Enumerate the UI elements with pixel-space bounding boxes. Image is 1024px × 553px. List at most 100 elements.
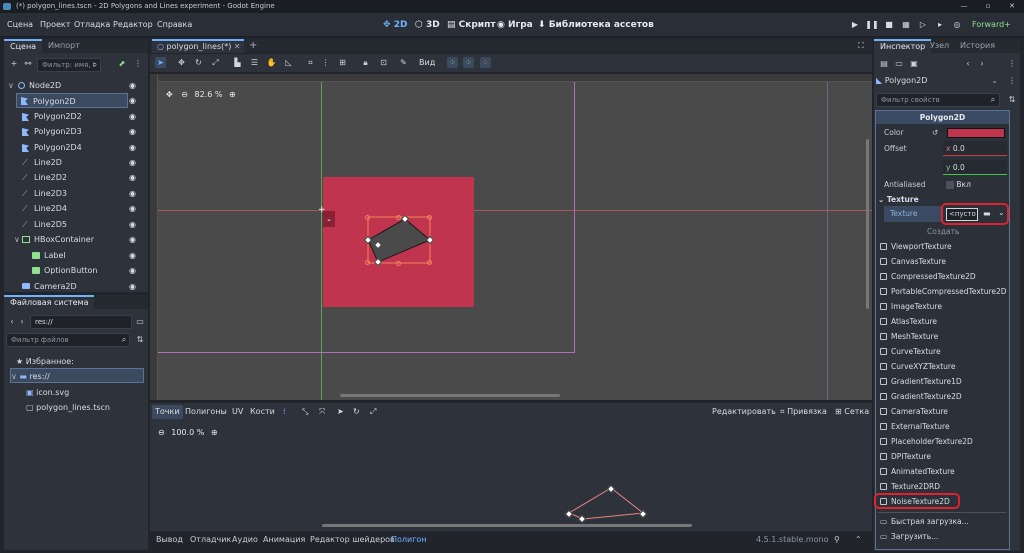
menu-item-quickload[interactable]: ▭ Быстрая загрузка... bbox=[880, 514, 1004, 529]
ruler-tool-icon[interactable]: ▙ bbox=[232, 57, 243, 68]
menu-scene[interactable]: Сцена bbox=[7, 13, 33, 37]
close-button[interactable]: ✕ bbox=[1000, 0, 1024, 13]
zoom-level[interactable]: 82.6 % bbox=[195, 90, 223, 99]
visibility-eye-icon[interactable]: ◉ bbox=[129, 173, 136, 182]
scale-handle[interactable] bbox=[365, 260, 370, 265]
tree-node-polygon2d3[interactable]: Polygon2D3 bbox=[6, 124, 146, 139]
scale-handle[interactable] bbox=[427, 260, 432, 265]
menu-item-externaltexture[interactable]: ExternalTexture bbox=[880, 419, 1004, 434]
menu-item-compressedtexture2d[interactable]: CompressedTexture2D bbox=[880, 269, 1004, 284]
visibility-eye-icon[interactable]: ◉ bbox=[129, 235, 136, 244]
file-row[interactable]: ▣ icon.svg bbox=[26, 385, 69, 400]
offset-y-field[interactable]: y 0.0 bbox=[943, 160, 1007, 175]
pan-tool-icon[interactable]: ✋ bbox=[266, 57, 277, 68]
pan-view-icon[interactable]: ✥ bbox=[166, 90, 173, 99]
uv-h-scrollbar[interactable] bbox=[322, 524, 692, 527]
visibility-eye-icon[interactable]: ◉ bbox=[129, 81, 136, 90]
visibility-eye-icon[interactable]: ◉ bbox=[129, 266, 136, 275]
scale-uv-icon[interactable]: ⤢ bbox=[370, 403, 376, 421]
workspace-game[interactable]: ◉ Игра bbox=[497, 17, 533, 33]
tree-node-line2d3[interactable]: ⟋ Line2D3 bbox=[6, 186, 146, 201]
bottom-tab-shader-editor[interactable]: Редактор шейдеров bbox=[310, 533, 395, 547]
layout-icon[interactable]: ▭ bbox=[134, 316, 146, 328]
snap-toggle[interactable]: ⌗ Привязка bbox=[780, 403, 827, 421]
polygon-create-icon[interactable]: ⁘ bbox=[463, 57, 474, 68]
visibility-eye-icon[interactable]: ◉ bbox=[129, 204, 136, 213]
menu-item-meshtexture[interactable]: MeshTexture bbox=[880, 329, 1004, 344]
tab-node[interactable]: Узел bbox=[924, 39, 955, 53]
antialiased-checkbox[interactable]: Вкл bbox=[946, 177, 971, 192]
v-scrollbar[interactable] bbox=[866, 139, 869, 309]
menu-icon[interactable]: ⋮ bbox=[132, 58, 144, 70]
polygon-edit-button[interactable]: Редактировать bbox=[712, 403, 776, 421]
tab-uv[interactable]: UV bbox=[232, 403, 243, 421]
uv-zoom-level[interactable]: 100.0 % bbox=[171, 428, 204, 437]
sort-icon[interactable]: ⇅ bbox=[134, 334, 146, 346]
list-tool-icon[interactable]: ☰ bbox=[249, 57, 260, 68]
object-menu-icon[interactable]: ⋮ bbox=[1006, 75, 1018, 87]
tree-node-line2d4[interactable]: ⟋ Line2D4 bbox=[6, 201, 146, 216]
history-back-icon[interactable]: ‹ bbox=[962, 58, 974, 70]
offset-x-field[interactable]: x 0.0 bbox=[943, 141, 1007, 156]
workspace-2d[interactable]: ✥ 2D bbox=[383, 17, 407, 33]
bottom-tab-audio[interactable]: Аудио bbox=[232, 533, 258, 547]
bottom-tab-polygon[interactable]: Полигон bbox=[391, 533, 427, 547]
play-icon[interactable]: ▶ bbox=[848, 17, 862, 33]
menu-item-placeholdertexture2d[interactable]: PlaceholderTexture2D bbox=[880, 434, 1004, 449]
menu-item-imagetexture[interactable]: ImageTexture bbox=[880, 299, 1004, 314]
menu-item-atlastexture[interactable]: AtlasTexture bbox=[880, 314, 1004, 329]
measure-tool-icon[interactable]: ◺ bbox=[283, 57, 294, 68]
bottom-tab-output[interactable]: Вывод bbox=[156, 533, 183, 547]
rotate-tool-icon[interactable]: ↻ bbox=[193, 57, 204, 68]
tree-node-line2d[interactable]: ⟋ Line2D bbox=[6, 155, 146, 170]
dropdown-handle[interactable]: ⌄ bbox=[323, 211, 335, 227]
res-folder-row[interactable]: ∨ ▬ res:// bbox=[10, 368, 144, 383]
menu-item-animatedtexture[interactable]: AnimatedTexture bbox=[880, 464, 1004, 479]
grid-toggle[interactable]: ⊞ Сетка bbox=[835, 403, 869, 421]
bottom-tab-debugger[interactable]: Отладчик bbox=[190, 533, 231, 547]
scale-tool-icon[interactable]: ⤢ bbox=[210, 57, 221, 68]
visibility-eye-icon[interactable]: ◉ bbox=[129, 189, 136, 198]
view-menu[interactable]: Вид bbox=[419, 57, 435, 68]
menu-item-load[interactable]: ▭ Загрузить... bbox=[880, 529, 1004, 544]
maximize-button[interactable]: ▫ bbox=[976, 0, 1000, 13]
visibility-eye-icon[interactable]: ◉ bbox=[129, 282, 136, 291]
grid-snap-icon[interactable]: ⊞ bbox=[337, 57, 348, 68]
tab-scene[interactable]: Сцена bbox=[4, 39, 43, 53]
distraction-free-icon[interactable]: ⛶ bbox=[858, 39, 864, 53]
bones-icon[interactable]: ✎ bbox=[398, 57, 409, 68]
tree-node-camera2d[interactable]: Camera2D bbox=[6, 279, 146, 294]
group-icon[interactable]: ⊡ bbox=[378, 57, 389, 68]
menu-item-curvexyztexture[interactable]: CurveXYZTexture bbox=[880, 359, 1004, 374]
tree-node-polygon2d4[interactable]: Polygon2D4 bbox=[6, 140, 146, 155]
scale-handle[interactable] bbox=[365, 215, 370, 220]
pause-icon[interactable]: ❚❚ bbox=[865, 17, 879, 33]
tree-node-optionbutton[interactable]: OptionButton bbox=[6, 263, 146, 278]
menu-item-texture2drd[interactable]: Texture2DRD bbox=[880, 479, 1004, 494]
tab-import[interactable]: Импорт bbox=[42, 39, 86, 53]
save-icon[interactable]: ▣ bbox=[908, 58, 920, 70]
scale-handle[interactable] bbox=[427, 215, 432, 220]
rotate-points-icon[interactable]: ↻ bbox=[353, 403, 360, 421]
menu-item-cameratexture[interactable]: CameraTexture bbox=[880, 404, 1004, 419]
open-folder-icon[interactable]: ▭ bbox=[893, 58, 905, 70]
visibility-eye-icon[interactable]: ◉ bbox=[129, 143, 136, 152]
sort-icon[interactable]: ⇅ bbox=[1006, 94, 1018, 106]
tree-node-line2d2[interactable]: ⟋ Line2D2 bbox=[6, 170, 146, 185]
h-scrollbar[interactable] bbox=[340, 394, 560, 397]
menu-project[interactable]: Проект bbox=[40, 13, 70, 37]
edit-mode-icon[interactable]: ⁞ bbox=[283, 403, 286, 421]
revert-icon[interactable]: ↺ bbox=[932, 125, 938, 140]
link-icon[interactable]: ⚯ bbox=[22, 58, 34, 70]
remote-debug-icon[interactable]: ▦ bbox=[899, 17, 913, 33]
path-field[interactable]: res:// bbox=[30, 315, 132, 329]
zoom-out-button[interactable]: ⊖ bbox=[181, 90, 188, 99]
color-swatch[interactable] bbox=[947, 128, 1005, 138]
forward-icon[interactable]: › bbox=[16, 316, 28, 328]
menu-item-gradienttexture2d[interactable]: GradientTexture2D bbox=[880, 389, 1004, 404]
tree-node-polygon2d[interactable]: Polygon2D bbox=[16, 93, 128, 108]
uv-zoom-out-button[interactable]: ⊖ bbox=[158, 428, 165, 437]
zoom-in-button[interactable]: ⊕ bbox=[229, 90, 236, 99]
select-points-icon[interactable]: ➤ bbox=[337, 403, 344, 421]
menu-debug[interactable]: Отладка bbox=[74, 13, 110, 37]
